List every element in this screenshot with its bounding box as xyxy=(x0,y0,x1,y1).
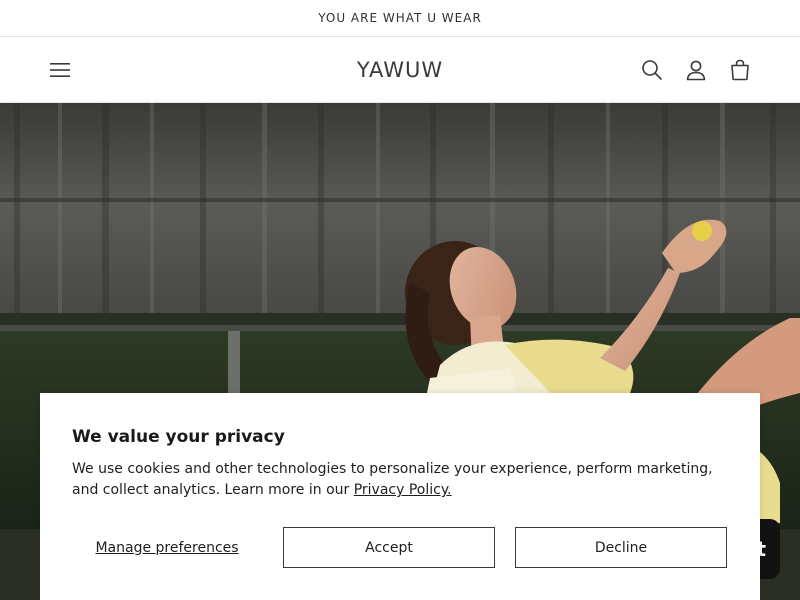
decline-button[interactable]: Decline xyxy=(515,527,727,568)
cookie-banner-title: We value your privacy xyxy=(72,427,285,447)
menu-button[interactable] xyxy=(46,56,74,84)
announcement-text: YOU ARE WHAT U WEAR xyxy=(318,11,482,25)
hamburger-menu-icon xyxy=(50,63,70,77)
logo: YAWUW xyxy=(0,38,800,102)
cookie-banner: We value your privacy We use cookies and… xyxy=(40,393,760,600)
cart-button[interactable] xyxy=(726,56,754,84)
cookie-actions: Manage preferences Accept Decline xyxy=(72,527,728,568)
announcement-bar: YOU ARE WHAT U WEAR xyxy=(0,0,800,37)
logo-link[interactable]: YAWUW xyxy=(357,58,443,82)
page: YOU ARE WHAT U WEAR YAWUW t We value you… xyxy=(0,0,800,600)
accept-button[interactable]: Accept xyxy=(283,527,495,568)
account-button[interactable] xyxy=(682,56,710,84)
search-icon xyxy=(642,60,662,80)
shopping-bag-icon xyxy=(731,59,749,81)
site-header: YAWUW xyxy=(0,38,800,103)
search-button[interactable] xyxy=(638,56,666,84)
cookie-banner-text: We use cookies and other technologies to… xyxy=(72,459,728,501)
manage-preferences-link[interactable]: Manage preferences xyxy=(72,527,262,568)
privacy-policy-link[interactable]: Privacy Policy. xyxy=(354,482,452,498)
user-icon xyxy=(686,60,706,81)
